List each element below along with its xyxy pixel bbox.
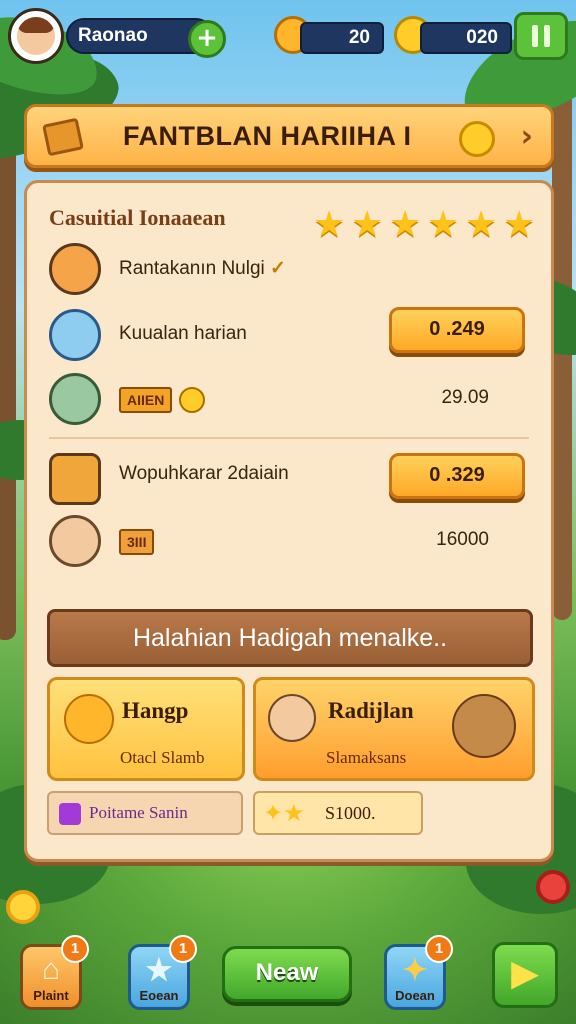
envelope-icon	[49, 309, 101, 361]
new-button[interactable]: Neaw	[222, 946, 352, 1002]
star-icon: ★	[427, 204, 460, 245]
stamina-counter: 20	[300, 22, 384, 54]
play-button[interactable]: ▶	[492, 942, 558, 1008]
row-3-value: 29.09	[441, 387, 489, 408]
row-5-value: 16000	[436, 529, 489, 550]
lion-icon	[64, 694, 114, 744]
row-1-label: Rantakanın Nulgi ✓	[119, 258, 286, 279]
stars-icon: ✦★	[263, 799, 305, 827]
star-icon: ★	[351, 204, 384, 245]
rewards-header: Halahian Hadigah menalke..	[47, 609, 533, 667]
star-icon: ★	[465, 204, 498, 245]
check-icon: ✓	[270, 258, 286, 279]
bar-1-label: Poitame Sanin	[89, 803, 188, 822]
event-banner[interactable]: FANTBLAN HARIIHA I ›	[24, 104, 554, 168]
section-title: Casuitial Ionaaean	[49, 205, 226, 230]
basket-icon	[49, 373, 101, 425]
reward-2-title: Radijlan	[328, 698, 414, 723]
reward-1-sub: Otacl Slamb	[120, 748, 205, 767]
quest-panel: Casuitial Ionaaean ★ ★ ★ ★ ★ ★ Rantakanın Nul…	[24, 180, 554, 862]
star-icon: ★	[389, 204, 422, 245]
star-icon: ★	[503, 204, 536, 245]
banner-title: FANTBLAN HARIIHA I	[123, 121, 412, 151]
kid-avatar-icon	[268, 694, 316, 742]
nav-plaint[interactable]: ⌂ 1 Plaint	[20, 935, 89, 1010]
pause-icon-bar-right	[544, 25, 550, 47]
chest-icon	[49, 453, 101, 505]
row-4-value-button[interactable]: 0 .329	[389, 453, 525, 499]
avatar-icon	[17, 17, 55, 55]
reward-card-1[interactable]: Hangp Otacl Slamb	[47, 677, 245, 781]
reward-card-2[interactable]: Radijlan Slamaksans	[253, 677, 535, 781]
pause-icon-bar-left	[532, 25, 538, 47]
coconut-icon	[452, 694, 516, 758]
row-2-value-button[interactable]: 0 .249	[389, 307, 525, 353]
scroll-icon	[49, 243, 101, 295]
nav-plaint-label: Plaint	[33, 988, 69, 1003]
top-bar: Raonao + 20 020	[8, 8, 568, 64]
notification-badge: 1	[425, 935, 453, 963]
play-square-icon	[59, 803, 81, 825]
nav-eoean-label: Eoean	[139, 988, 179, 1003]
row-2-label: Kuualan harian	[119, 323, 247, 344]
notification-badge: 1	[61, 935, 89, 963]
reward-2-sub: Slamaksans	[326, 748, 407, 767]
rating-stars: ★ ★ ★ ★ ★ ★	[313, 204, 537, 245]
bar-2[interactable]: ✦★ S1000.	[253, 791, 423, 835]
chevron-right-icon[interactable]: ›	[521, 119, 533, 154]
nav-doean-label: Doean	[395, 988, 435, 1003]
coin-icon	[179, 387, 205, 413]
kid-avatar-icon	[49, 515, 101, 567]
bar-2-label: S1000.	[325, 803, 376, 823]
notification-badge: 1	[169, 935, 197, 963]
reward-1-title: Hangp	[122, 698, 189, 723]
row-4-label: Wopuhkarar 2daiain	[119, 463, 289, 484]
row-3-badge: AIIEN	[119, 387, 173, 413]
pause-button[interactable]	[514, 12, 568, 60]
nav-doean[interactable]: ✦ 1 Doean	[384, 935, 453, 1010]
coin-icon	[459, 121, 495, 157]
ticket-icon	[42, 117, 84, 157]
divider	[49, 437, 529, 439]
player-avatar[interactable]	[8, 8, 64, 64]
coin-counter: 020	[420, 22, 512, 54]
bar-1[interactable]: Poitame Sanin	[47, 791, 243, 835]
nav-eoean[interactable]: ★ 1 Eoean	[128, 935, 197, 1010]
star-icon: ★	[313, 204, 346, 245]
add-button[interactable]: +	[188, 20, 226, 58]
row-5-badge: 3III	[119, 529, 155, 555]
